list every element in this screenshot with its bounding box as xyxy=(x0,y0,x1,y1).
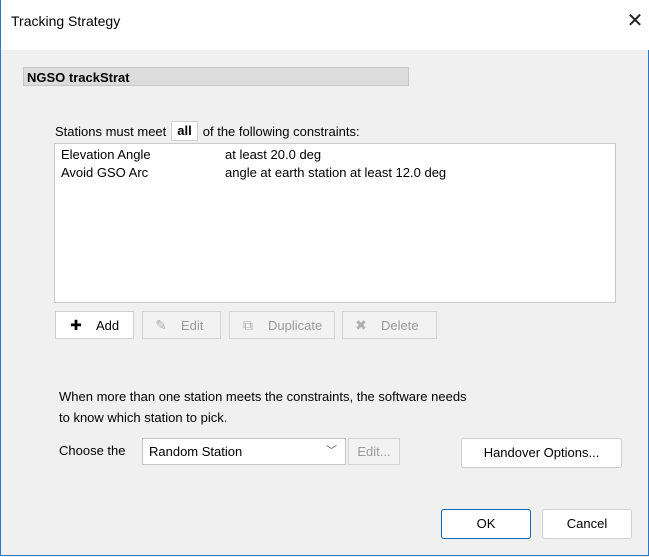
edit-label: Edit xyxy=(181,317,204,333)
strategy-name-field[interactable]: NGSO trackStrat xyxy=(23,67,409,86)
choose-label: Choose the xyxy=(59,443,126,458)
cancel-button[interactable]: Cancel xyxy=(542,509,632,539)
duplicate-label: Duplicate xyxy=(268,317,323,333)
info-line-2: to know which station to pick. xyxy=(59,410,228,425)
pencil-icon: ✎ xyxy=(155,316,167,333)
handover-options-button[interactable]: Handover Options... xyxy=(461,438,622,468)
constraints-list[interactable]: Elevation Angle at least 20.0 deg Avoid … xyxy=(54,143,616,303)
info-line-1: When more than one station meets the con… xyxy=(59,389,467,404)
delete-label: Delete xyxy=(381,317,419,333)
constraint-mode-selector[interactable]: all xyxy=(171,121,198,141)
title-bar: Tracking Strategy ✕ xyxy=(1,0,649,50)
close-icon[interactable]: ✕ xyxy=(623,10,647,34)
constraint-mode-line: Stations must meet all of the following … xyxy=(55,121,360,141)
selection-info: When more than one station meets the con… xyxy=(59,386,467,428)
constraint-name: Avoid GSO Arc xyxy=(61,165,149,180)
duplicate-button[interactable]: ⧉ Duplicate xyxy=(229,311,335,339)
add-button[interactable]: ✚ Add xyxy=(55,311,134,339)
edit-selection-button[interactable]: Edit... xyxy=(348,438,400,465)
dialog-title: Tracking Strategy xyxy=(11,13,121,29)
chevron-down-icon: ﹀ xyxy=(326,445,337,457)
x-icon: ✖ xyxy=(355,316,367,333)
constraint-prefix: Stations must meet xyxy=(55,123,167,139)
constraint-value: at least 20.0 deg xyxy=(225,147,322,162)
plus-icon: ✚ xyxy=(70,316,82,333)
edit-constraint-button[interactable]: ✎ Edit xyxy=(142,311,221,339)
ok-button[interactable]: OK xyxy=(441,509,531,539)
duplicate-icon: ⧉ xyxy=(243,316,253,333)
station-selector-dropdown[interactable]: Random Station ﹀ xyxy=(142,438,346,465)
selected-value: Random Station xyxy=(149,444,243,459)
add-label: Add xyxy=(96,317,120,333)
constraint-value: angle at earth station at least 12.0 deg xyxy=(225,165,447,180)
delete-button[interactable]: ✖ Delete xyxy=(342,311,437,339)
constraint-name: Elevation Angle xyxy=(61,147,151,162)
tracking-strategy-dialog: Tracking Strategy ✕ NGSO trackStrat Stat… xyxy=(0,0,649,556)
constraint-suffix: of the following constraints: xyxy=(202,123,360,139)
